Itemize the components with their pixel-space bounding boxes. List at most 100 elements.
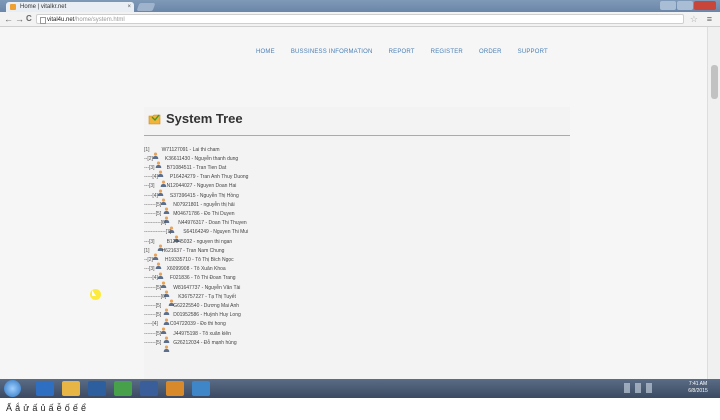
user-avatar-icon [160,174,167,187]
content-panel: System Tree [1] W71127091 - Lai thi cham -… [144,107,570,379]
tray-flag-icon[interactable] [624,383,630,393]
tree-node[interactable]: --- [3] X6099908 - Tô Xuân Khoa [144,265,226,279]
tray-volume-icon[interactable] [646,383,652,393]
tree-indent: ----- [144,275,153,282]
app-icon[interactable] [192,381,210,396]
tree-node[interactable]: ----- [4] F021836 - Tô Thi Đoan Trang [144,274,236,288]
tree-indent: ------- [144,330,156,337]
tree-node[interactable]: --- [3] B71084511 - Tran Tien Dat [144,163,226,178]
tree-level: [1] [144,146,150,153]
nav-item-register[interactable]: REGISTER [431,49,463,55]
user-avatar-icon [160,321,167,334]
browser-tab[interactable]: Home | vitalkr.net × [6,2,134,12]
maximize-button[interactable] [677,1,693,10]
tree-folder-icon [148,114,161,124]
page-header: System Tree [148,111,243,126]
tree-indent: ----- [144,192,153,199]
tree-node-label: H19335710 - Tô Thị Bích Ngọc [164,256,234,263]
firefox-icon[interactable] [166,381,184,396]
tree-node[interactable]: ------- [5] J44975198 - Tô xuân kiên [144,329,231,343]
tree-node-label: P16424279 - Tran Anh Thuy Duong [169,174,249,181]
tab-close-icon[interactable]: × [127,2,131,12]
nav-item-bussiness-information[interactable]: BUSSINESS INFORMATION [291,49,373,55]
tree-node-label: D01952586 - Huỳnh Huy Long [173,312,241,319]
tree-level: [6] [160,220,167,227]
nav-item-order[interactable]: ORDER [479,49,502,55]
tab-title: Home | vitalkr.net [20,4,67,10]
tree-node[interactable]: -- [2] H19335710 - Tô Thị Bích Ngọc [144,255,234,270]
tree-node[interactable]: ------------- [7] S64164249 - Nguyen Thi M… [144,228,249,242]
tree-node[interactable]: --- [3] B12945032 - nguyen thi ngan [144,237,232,251]
tree-level: [2] [147,155,153,162]
start-button[interactable] [4,380,21,397]
tray-network-icon[interactable] [635,383,641,393]
tree-node[interactable]: ------- [5] N07921801 - nguyễn thị hải [144,200,235,215]
tree-node-label: X6099908 - Tô Xuân Khoa [166,266,226,273]
address-bar[interactable]: vital4u.net/home/system.html [36,14,684,24]
new-tab-button[interactable] [136,3,156,11]
tree-node-label: C04722039 - Đo thi hong [169,321,226,328]
tree-indent: ---------- [144,220,161,227]
tree-node[interactable]: ------- [5] W81647737 - Nguyễn Văn Tài [144,283,241,297]
user-avatar-icon [163,284,170,297]
tree-level: [4] [152,275,158,282]
tree-node-label: H621637 - Tran Nam Chung [161,247,225,254]
tree-node[interactable]: ----- [4] S37396415 - Nguyễn Thị Hồng [144,191,239,205]
tree-node-label: W81647737 - Nguyễn Văn Tài [173,284,241,291]
chrome-icon[interactable] [114,381,132,396]
tree-level: [6] [160,293,167,300]
tree-node-label: S64164249 - Nguyen Thi Mui [183,229,249,236]
window-close-button[interactable] [694,1,716,10]
explorer-icon[interactable] [62,381,80,396]
menu-icon[interactable]: ≡ [707,13,712,25]
tree-node[interactable]: ---------- [6] N44976317 - Doan Thi Thuyen [144,219,247,233]
tree-node[interactable]: ---------- [6] K36757227 - Tạ Thị Tuyết [144,292,236,307]
back-button[interactable]: ← [4,13,13,25]
scrollbar-thumb[interactable] [711,65,718,99]
taskbar-clock[interactable]: 7:41 AM 6/8/2015 [684,381,712,395]
tree-indent: ----- [144,321,153,328]
tree-node[interactable]: ------- [5] G62225540 - Dương Mai Anh [144,301,239,316]
tree-node[interactable]: [1] W71127091 - Lai thi cham [144,145,220,159]
page-scrollbar[interactable] [707,27,720,379]
tree-indent: ------- [144,339,156,346]
tree-node[interactable]: ----- [4] C04722039 - Đo thi hong [144,320,226,334]
tree-level: [5] [155,312,162,319]
ie-icon[interactable] [36,381,54,396]
tree-node[interactable]: --- [3] N12044027 - Nguyen Doan Hai [144,182,236,196]
nav-item-report[interactable]: REPORT [389,49,415,55]
tree-level: [3] [149,164,155,171]
clock-time: 7:41 AM [688,381,708,387]
minimize-button[interactable] [660,1,676,10]
word-icon[interactable] [140,381,158,396]
forward-button[interactable]: → [15,13,24,25]
page-title: System Tree [166,111,243,126]
tree-node[interactable]: ------- [5] G26212034 - Đỗ mạnh hùng [144,338,237,353]
tree-node[interactable]: ------- [5] M04671786 - Đo Thi Duyen [144,209,235,224]
url-host: vital4u.net [47,17,75,23]
tree-node-label: M04671786 - Đo Thi Duyen [173,210,235,217]
tree-level: [1] [144,247,150,254]
user-avatar-icon [163,330,170,343]
bookmark-star-icon[interactable]: ☆ [690,13,698,25]
tree-level: [4] [152,174,158,181]
tree-node[interactable]: [1] H621637 - Tran Nam Chung [144,246,225,261]
tree-level: [7] [165,229,172,236]
tree-node[interactable]: ------- [5] D01952586 - Huỳnh Huy Long [144,311,241,325]
nav-item-home[interactable]: HOME [256,49,275,55]
tree-node-label: G26212034 - Đỗ mạnh hùng [173,339,237,346]
tree-level: [4] [152,321,158,328]
windows-taskbar: 7:41 AM 6/8/2015 [0,379,720,398]
reload-button[interactable]: C [26,13,32,25]
tree-level: [5] [155,210,162,217]
tree-node[interactable]: -- [2] K36611430 - Nguyễn thanh dung [144,154,239,169]
url-path: /home/system.html [74,17,125,23]
tree-node-label: K36611430 - Nguyễn thanh dung [164,155,239,162]
user-avatar-icon [157,183,164,196]
nav-item-support[interactable]: SUPPORT [518,49,548,55]
tree-node-label: N44976317 - Doan Thi Thuyen [178,220,247,227]
tree-node[interactable]: ----- [4] P16424279 - Tran Anh Thuy Duong [144,173,249,187]
tree-level: [5] [155,339,162,346]
media-icon[interactable] [88,381,106,396]
title-divider [144,135,570,136]
